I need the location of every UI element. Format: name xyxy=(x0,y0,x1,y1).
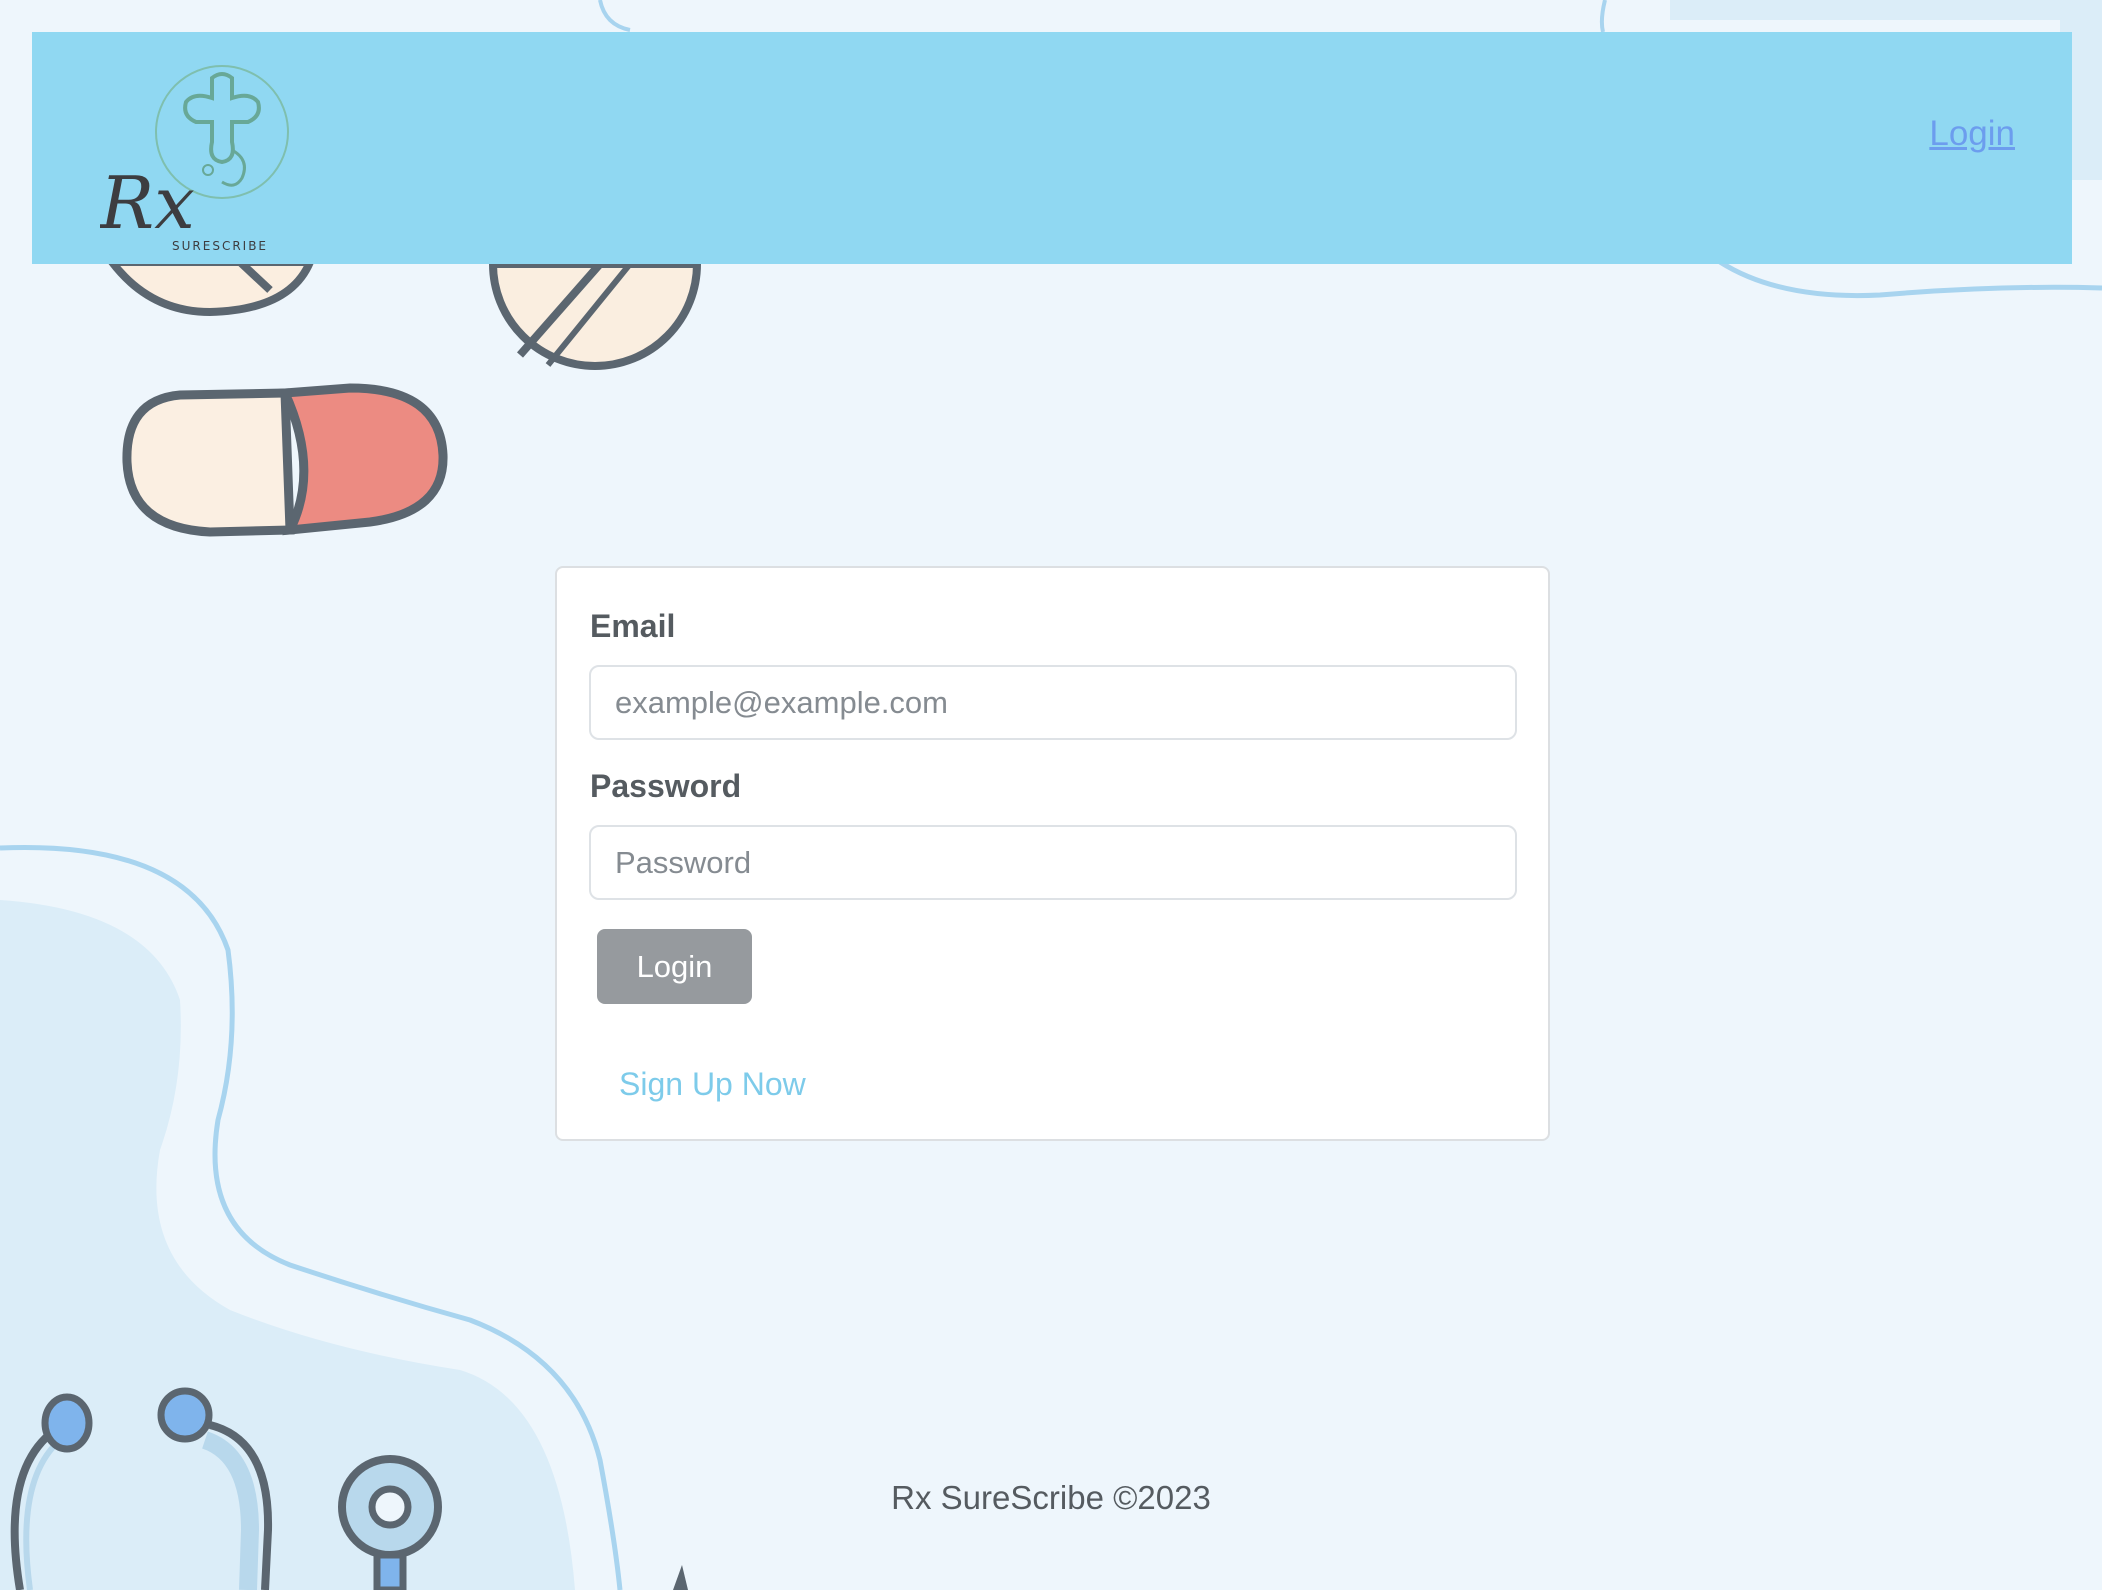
bg-curve-top xyxy=(598,0,631,32)
logo-subtext: SURESCRIBE xyxy=(172,239,268,253)
bg-curve-top-2 xyxy=(1599,0,1607,33)
pill-round-center-icon xyxy=(488,260,702,370)
bg-curve-right xyxy=(1718,259,2102,299)
logo-cross-icon: Rx SURESCRIBE xyxy=(100,65,289,253)
nav-login-link[interactable]: Login xyxy=(1929,114,2015,154)
email-input[interactable] xyxy=(589,665,1517,740)
password-label: Password xyxy=(590,768,742,804)
login-button[interactable]: Login xyxy=(597,929,752,1004)
login-card: Email Password Login Sign Up Now xyxy=(555,566,1550,1141)
capsule-icon xyxy=(122,383,448,537)
email-label: Email xyxy=(590,608,676,644)
logo[interactable]: Rx SURESCRIBE xyxy=(100,50,300,270)
signup-link[interactable]: Sign Up Now xyxy=(619,1066,806,1103)
password-input[interactable] xyxy=(589,825,1517,900)
page: Rx SURESCRIBE Login Email Password Login… xyxy=(0,0,2102,1590)
logo-text: Rx xyxy=(100,161,195,245)
navbar: Rx SURESCRIBE Login xyxy=(32,32,2072,264)
footer-copyright: Rx SureScribe ©2023 xyxy=(891,1479,1211,1516)
